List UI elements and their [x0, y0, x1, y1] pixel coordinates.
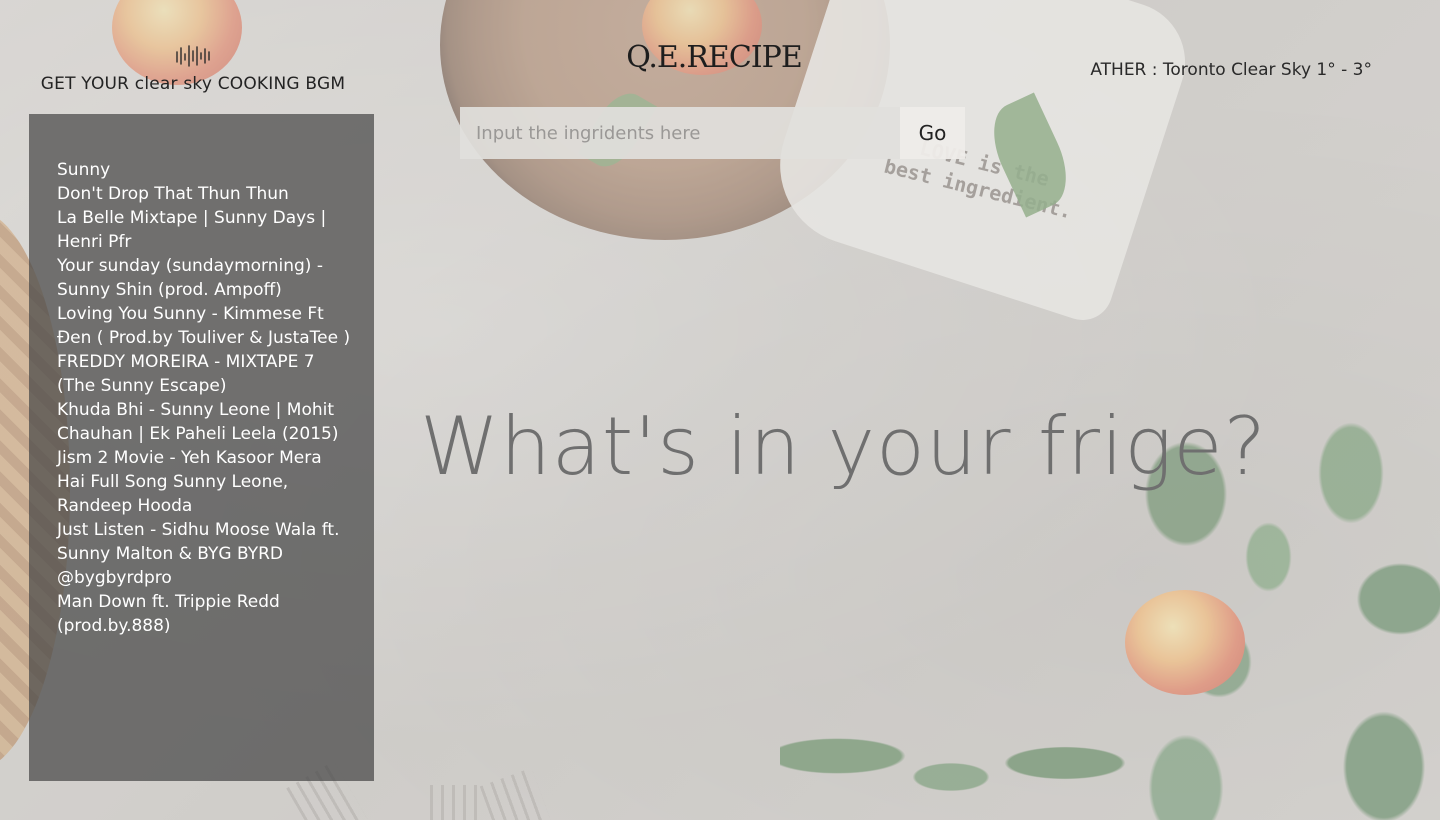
playlist-item[interactable]: Man Down ft. Trippie Redd (prod.by.888)	[57, 590, 354, 638]
playlist-item[interactable]: Loving You Sunny - Kimmese Ft Đen ( Prod…	[57, 302, 354, 350]
playlist-item[interactable]: Jism 2 Movie - Yeh Kasoor Mera Hai Full …	[57, 446, 354, 518]
playlist-item[interactable]: Your sunday (sundaymorning) - Sunny Shin…	[57, 254, 354, 302]
playlist-item[interactable]: Khuda Bhi - Sunny Leone | Mohit Chauhan …	[57, 398, 354, 446]
site-title[interactable]: Q.E.RECIPE	[600, 40, 828, 75]
hero-heading: What's in your frige?	[420, 400, 1267, 493]
bgm-header: GET YOUR clear sky COOKING BGM	[28, 44, 358, 94]
ingredient-search-input[interactable]	[460, 107, 900, 159]
bgm-title: GET YOUR clear sky COOKING BGM	[40, 74, 346, 94]
waveform-icon[interactable]	[173, 44, 213, 68]
weather-text: ATHER : Toronto Clear Sky 1° - 3°	[1090, 60, 1372, 80]
playlist-item[interactable]: Sunny	[57, 158, 354, 182]
playlist: Sunny Don't Drop That Thun Thun La Belle…	[57, 158, 354, 638]
playlist-item[interactable]: FREDDY MOREIRA - MIXTAPE 7 (The Sunny Es…	[57, 350, 354, 398]
ingredient-search-bar: Go	[460, 107, 965, 159]
playlist-item[interactable]: Don't Drop That Thun Thun	[57, 182, 354, 206]
playlist-panel: Sunny Don't Drop That Thun Thun La Belle…	[29, 114, 374, 781]
playlist-item[interactable]: Just Listen - Sidhu Moose Wala ft. Sunny…	[57, 518, 354, 590]
playlist-item[interactable]: La Belle Mixtape | Sunny Days | Henri Pf…	[57, 206, 354, 254]
go-button[interactable]: Go	[900, 107, 965, 159]
